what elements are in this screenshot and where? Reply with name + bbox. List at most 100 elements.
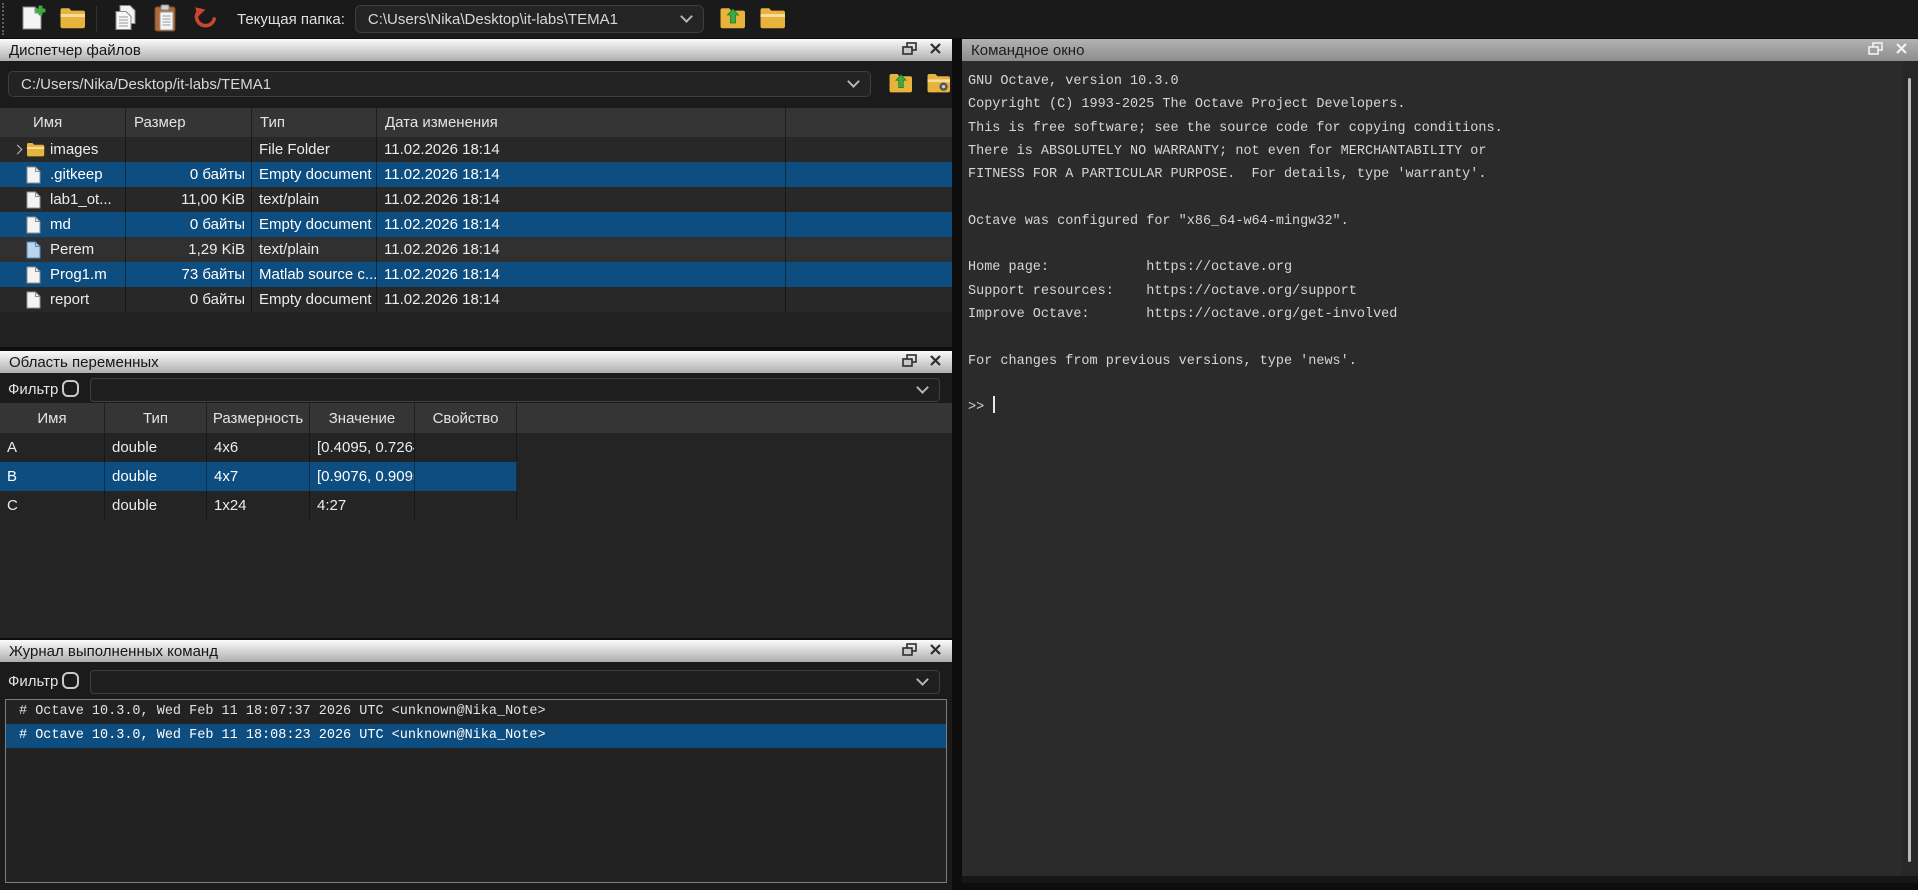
file-row[interactable]: lab1_ot...11,00 KiBtext/plain11.02.2026 … (0, 187, 952, 212)
row-fill (786, 262, 952, 287)
file-name: .gitkeep (50, 166, 103, 183)
browse-folder-icon (759, 6, 787, 33)
filter-checkbox[interactable] (62, 380, 79, 397)
open-folder-icon (59, 6, 87, 33)
close-icon (1895, 42, 1908, 58)
close-icon (929, 643, 942, 659)
file-row[interactable]: md0 байтыEmpty document11.02.2026 18:14 (0, 212, 952, 237)
file-name: md (50, 216, 71, 233)
command-window-close-button[interactable] (1888, 39, 1914, 61)
variable-row[interactable]: Bdouble4x7[0.9076, 0.9095,... (0, 462, 517, 491)
column-header-name[interactable]: Имя (0, 108, 126, 137)
file-row[interactable]: Prog1.m73 байтыMatlab source c...11.02.2… (0, 262, 952, 287)
variables-list-body: Adouble4x6[0.4095, 0.7264,...Bdouble4x7[… (0, 433, 952, 638)
workspace-panel: Область переменных Фильтр Имя Тип Размер… (0, 351, 952, 638)
current-folder-value: C:\Users\Nika\Desktop\it-labs\TEMA1 (356, 11, 618, 28)
undock-icon (902, 643, 917, 659)
variable-row[interactable]: Cdouble1x244:27 (0, 491, 517, 520)
history-entry[interactable]: # Octave 10.3.0, Wed Feb 11 18:07:37 202… (6, 700, 946, 724)
folder-up-button[interactable] (716, 3, 750, 35)
current-folder-combobox[interactable]: C:\Users\Nika\Desktop\it-labs\TEMA1 (355, 5, 704, 33)
column-header-fill (786, 108, 952, 137)
file-date: 11.02.2026 18:14 (377, 162, 786, 187)
toolbar-drag-handle[interactable] (2, 3, 10, 35)
chevron-down-icon (916, 381, 929, 394)
undock-icon (902, 354, 917, 370)
expand-chevron-icon[interactable] (8, 146, 26, 153)
variable-class: double (105, 462, 207, 491)
column-header-name[interactable]: Имя (0, 403, 105, 433)
filter-combobox[interactable] (90, 378, 940, 402)
command-line (968, 233, 1902, 256)
file-browser-undock-button[interactable] (896, 39, 922, 61)
file-icon (26, 191, 50, 209)
file-row[interactable]: Perem1,29 KiBtext/plain11.02.2026 18:14 (0, 237, 952, 262)
column-header-dimension[interactable]: Размерность (207, 403, 310, 433)
copy-icon (112, 4, 140, 35)
file-name-cell: lab1_ot... (0, 187, 126, 212)
paste-button[interactable] (149, 3, 183, 35)
column-header-type[interactable]: Тип (252, 108, 377, 137)
panel-title: Область переменных (0, 354, 159, 371)
command-window-panel: Командное окно GNU Octave, version 10.3.… (962, 39, 1918, 883)
command-line (968, 186, 1902, 209)
file-row[interactable]: report0 байтыEmpty document11.02.2026 18… (0, 287, 952, 312)
command-output[interactable]: GNU Octave, version 10.3.0Copyright (C) … (962, 61, 1902, 869)
file-row[interactable]: imagesFile Folder11.02.2026 18:14 (0, 137, 952, 162)
variable-row[interactable]: Adouble4x6[0.4095, 0.7264,... (0, 433, 517, 462)
column-header-size[interactable]: Размер (126, 108, 252, 137)
history-undock-button[interactable] (896, 640, 922, 662)
browse-folder-button[interactable] (756, 3, 790, 35)
command-line (968, 373, 1902, 396)
row-fill (786, 162, 952, 187)
file-table-header[interactable]: Имя Размер Тип Дата изменения (0, 108, 952, 137)
file-name: Perem (50, 241, 94, 258)
command-history-list: # Octave 10.3.0, Wed Feb 11 18:07:37 202… (5, 699, 947, 883)
variables-table-header[interactable]: Имя Тип Размерность Значение Свойство (0, 403, 952, 433)
command-window-undock-button[interactable] (1862, 39, 1888, 61)
folder-actions-button[interactable] (924, 70, 954, 98)
directory-up-button[interactable] (886, 70, 916, 98)
file-path-combobox[interactable]: C:/Users/Nika/Desktop/it-labs/TEMA1 (8, 71, 871, 97)
file-row[interactable]: .gitkeep0 байтыEmpty document11.02.2026 … (0, 162, 952, 187)
variable-value: [0.4095, 0.7264,... (310, 433, 415, 462)
file-icon (26, 291, 50, 309)
file-type: Empty document (252, 162, 377, 187)
file-name-cell: md (0, 212, 126, 237)
undo-button[interactable] (189, 3, 223, 35)
copy-button[interactable] (109, 3, 143, 35)
command-scrollbar-thumb[interactable] (1908, 78, 1911, 862)
history-entry[interactable]: # Octave 10.3.0, Wed Feb 11 18:08:23 202… (6, 724, 946, 748)
column-header-value[interactable]: Значение (310, 403, 415, 433)
filter-checkbox[interactable] (62, 672, 79, 689)
filter-combobox[interactable] (90, 670, 940, 694)
variable-value: [0.9076, 0.9095,... (310, 462, 415, 491)
folder-icon (26, 142, 50, 157)
open-file-button[interactable] (56, 3, 90, 35)
file-name-cell: Prog1.m (0, 262, 126, 287)
history-close-button[interactable] (922, 640, 948, 662)
new-script-button[interactable] (16, 3, 50, 35)
file-name: images (50, 141, 98, 158)
close-icon (929, 354, 942, 370)
text-cursor (993, 396, 995, 413)
workspace-close-button[interactable] (922, 351, 948, 373)
history-titlebar: Журнал выполненных команд (0, 640, 952, 662)
file-browser-close-button[interactable] (922, 39, 948, 61)
file-type: text/plain (252, 187, 377, 212)
file-browser-panel: Диспетчер файлов C:/Users/Nika/Desktop/i… (0, 39, 952, 347)
file-size (126, 137, 252, 162)
file-name: Prog1.m (50, 266, 107, 283)
workspace-undock-button[interactable] (896, 351, 922, 373)
row-fill (786, 187, 952, 212)
column-header-date[interactable]: Дата изменения (377, 108, 786, 137)
file-path-value: C:/Users/Nika/Desktop/it-labs/TEMA1 (9, 76, 271, 93)
column-header-class[interactable]: Тип (105, 403, 207, 433)
toolbar-separator (96, 6, 97, 32)
command-line: Copyright (C) 1993-2025 The Octave Proje… (968, 93, 1902, 116)
prompt-line[interactable]: >> (968, 396, 1902, 419)
column-header-attribute[interactable]: Свойство (415, 403, 517, 433)
variable-dimension: 4x6 (207, 433, 310, 462)
row-fill (786, 137, 952, 162)
command-line: Octave was configured for "x86_64-w64-mi… (968, 210, 1902, 233)
